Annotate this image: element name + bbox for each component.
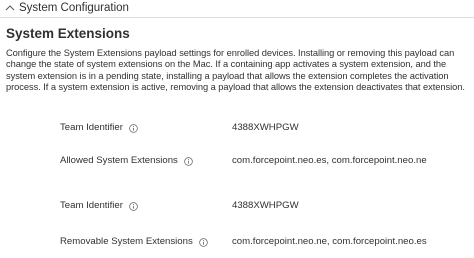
field-label-container: Team Identifier — [60, 122, 138, 134]
page-title: System Extensions — [6, 26, 130, 41]
field-label: Removable System Extensions — [60, 236, 193, 247]
field-label-container: Removable System Extensions — [60, 236, 208, 248]
section-header-system-configuration[interactable]: System Configuration — [0, 0, 474, 18]
field-value: 4388XWHPGW — [232, 200, 299, 211]
field-value: com.forcepoint.neo.es, com.forcepoint.ne… — [232, 155, 427, 166]
system-configuration-page: System Configuration System Extensions C… — [0, 0, 474, 258]
chevron-up-icon[interactable] — [5, 4, 15, 12]
field-row-team-identifier-1: Team Identifier 4388XWHPGW — [0, 122, 474, 136]
field-label-container: Team Identifier — [60, 200, 138, 212]
field-row-team-identifier-2: Team Identifier 4388XWHPGW — [0, 200, 474, 214]
info-icon[interactable] — [129, 123, 138, 133]
info-icon[interactable] — [129, 201, 138, 211]
info-icon[interactable] — [199, 237, 208, 247]
field-value: 4388XWHPGW — [232, 122, 299, 133]
field-row-allowed-system-extensions: Allowed System Extensions com.forcepoint… — [0, 155, 474, 169]
field-row-removable-system-extensions: Removable System Extensions com.forcepoi… — [0, 236, 474, 250]
field-label: Team Identifier — [60, 200, 123, 211]
field-label: Allowed System Extensions — [60, 155, 178, 166]
field-value: com.forcepoint.neo.ne, com.forcepoint.ne… — [232, 236, 427, 247]
field-label-container: Allowed System Extensions — [60, 155, 193, 167]
section-header-label: System Configuration — [19, 2, 129, 14]
info-icon[interactable] — [184, 156, 193, 166]
description-text: Configure the System Extensions payload … — [6, 48, 465, 93]
field-label: Team Identifier — [60, 122, 123, 133]
